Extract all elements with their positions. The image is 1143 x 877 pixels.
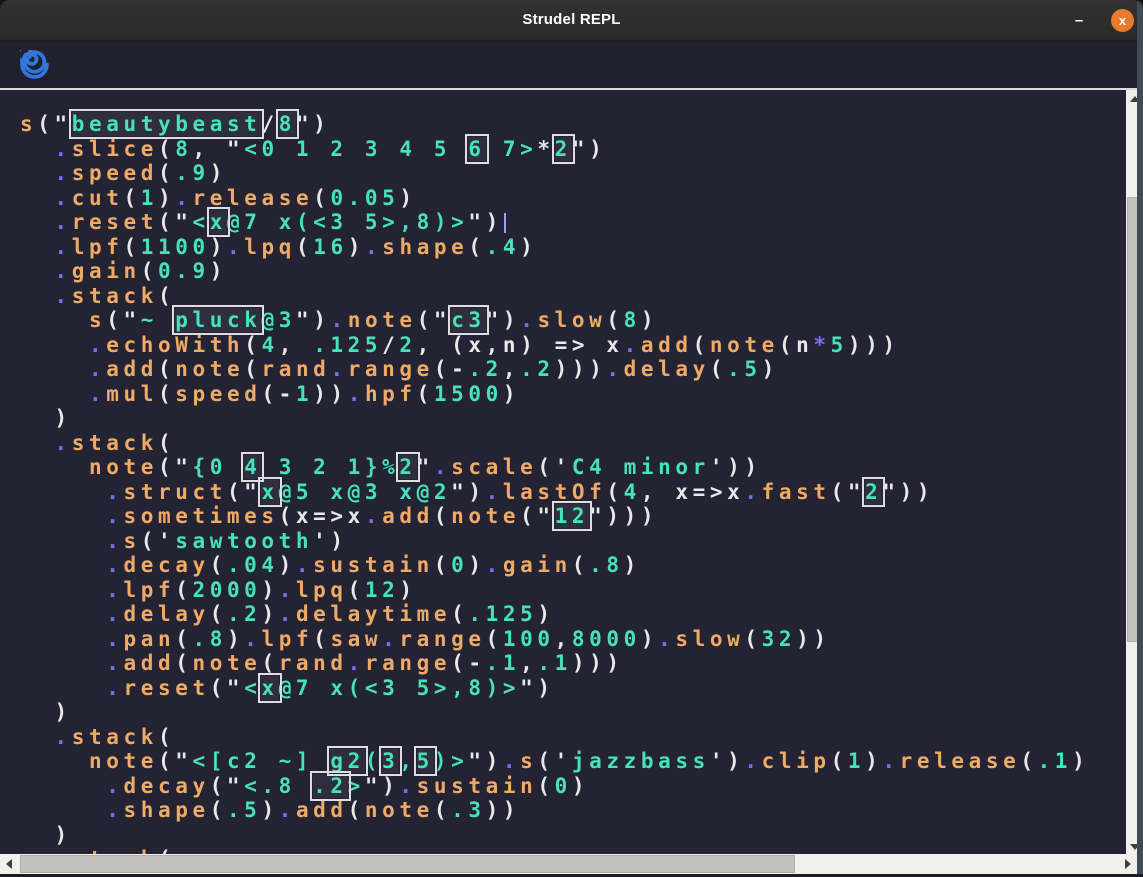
code-line: .add(note(rand.range(-.1,.1))) <box>20 651 1126 676</box>
code-line: .add(note(rand.range(-.2,.2))).delay(.5) <box>20 357 1126 382</box>
triangle-left-icon <box>6 859 12 869</box>
code-line: note("<[c2 ~] g2(3,5)>").s('jazzbass').c… <box>20 749 1126 774</box>
code-editor[interactable]: s("beautybeast/8") .slice(8, "<0 1 2 3 4… <box>0 90 1126 856</box>
code-line: ) <box>20 823 1126 848</box>
code-line: .sometimes(x=>x.add(note("12"))) <box>20 504 1126 529</box>
code-line: .gain(0.9) <box>20 259 1126 284</box>
close-icon: x <box>1119 13 1126 28</box>
window-right-edge <box>1137 0 1143 877</box>
code-line: .stack( <box>20 725 1126 750</box>
code-line: s("beautybeast/8") <box>20 112 1126 137</box>
code-line: .delay(.2).delaytime(.125) <box>20 602 1126 627</box>
code-line: .slice(8, "<0 1 2 3 4 5 6 7>*2") <box>20 137 1126 162</box>
code-line: .mul(speed(-1)).hpf(1500) <box>20 382 1126 407</box>
code-line: .shape(.5).add(note(.3)) <box>20 798 1126 823</box>
code-line: .cut(1).release(0.05) <box>20 186 1126 211</box>
code-line: .decay(.04).sustain(0).gain(.8) <box>20 553 1126 578</box>
minimize-icon: – <box>1075 12 1083 29</box>
horizontal-scrollbar-thumb[interactable] <box>20 855 795 873</box>
strudel-spiral-icon[interactable] <box>20 50 49 79</box>
close-button[interactable]: x <box>1111 9 1134 32</box>
code-line: .echoWith(4, .125/2, (x,n) => x.add(note… <box>20 333 1126 358</box>
titlebar: Strudel REPL – x <box>0 0 1143 41</box>
horizontal-scrollbar[interactable] <box>0 854 1137 874</box>
toolbar <box>0 41 1143 88</box>
code-line: note("{0 4 3 2 1}%2".scale('C4 minor')) <box>20 455 1126 480</box>
scroll-left-button[interactable] <box>0 854 18 874</box>
code-line: ) <box>20 700 1126 725</box>
editor-region: s("beautybeast/8") .slice(8, "<0 1 2 3 4… <box>0 88 1143 856</box>
code-line: s("~ pluck@3").note("c3").slow(8) <box>20 308 1126 333</box>
code-line: .lpf(1100).lpq(16).shape(.4) <box>20 235 1126 260</box>
triangle-right-icon <box>1125 859 1131 869</box>
code-line: .s('sawtooth') <box>20 529 1126 554</box>
code-line: .reset("<x@7 x(<3 5>,8)>") <box>20 210 1126 235</box>
minimize-button[interactable]: – <box>1067 0 1091 40</box>
code-line: .lpf(2000).lpq(12) <box>20 578 1126 603</box>
code-line: .stack( <box>20 431 1126 456</box>
code-line: .struct("x@5 x@3 x@2").lastOf(4, x=>x.fa… <box>20 480 1126 505</box>
strudel-repl-window: Strudel REPL – x s("beautybeast/8") .sli… <box>0 0 1143 877</box>
scroll-right-button[interactable] <box>1119 854 1137 874</box>
code-line: ) <box>20 406 1126 431</box>
code-line: .decay("<.8 .2>").sustain(0) <box>20 774 1126 799</box>
code-line: .speed(.9) <box>20 161 1126 186</box>
window-title: Strudel REPL <box>0 0 1143 40</box>
code-line: .pan(.8).lpf(saw.range(100,8000).slow(32… <box>20 627 1126 652</box>
text-cursor <box>504 213 506 233</box>
code-line: .reset("<x@7 x(<3 5>,8)>") <box>20 676 1126 701</box>
code-line: .stack( <box>20 284 1126 309</box>
